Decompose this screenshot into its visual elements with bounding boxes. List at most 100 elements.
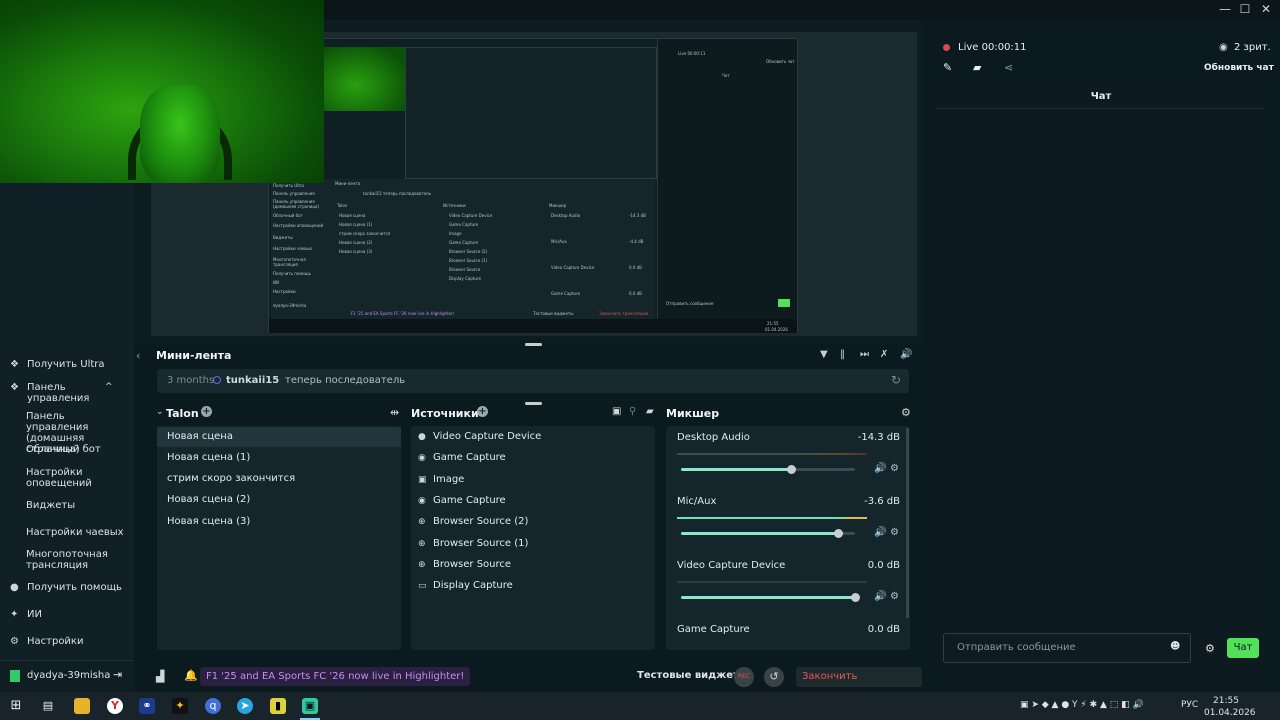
popout-icon[interactable]: ▰	[973, 61, 981, 74]
volume-slider[interactable]	[681, 529, 855, 538]
sidebar-item-widgets[interactable]: Виджеты	[26, 500, 130, 511]
mute-alerts-icon[interactable]: ✗	[880, 349, 888, 360]
sidebar-item-dashboard[interactable]: ❖ Панель управления ^	[10, 382, 113, 404]
volume-knob[interactable]	[786, 465, 796, 474]
sidebar-item-get-ultra[interactable]: ❖ Получить Ultra	[10, 359, 105, 371]
follow-icon	[213, 376, 221, 384]
source-item[interactable]: ▭ Display Capture	[418, 580, 513, 591]
source-item[interactable]: ⊕ Browser Source (2)	[418, 516, 528, 527]
source-item[interactable]: ● Video Capture Device	[418, 431, 541, 442]
app-icon[interactable]: ⚭	[139, 698, 155, 714]
maximize-button[interactable]: ☐	[1235, 2, 1255, 18]
folder-icon[interactable]: ▰	[646, 406, 654, 417]
notification-bell-icon[interactable]: 🔔	[184, 669, 198, 682]
filter-icon[interactable]: ▼	[820, 349, 828, 360]
chat-settings-icon[interactable]: ⚙	[1205, 642, 1215, 655]
share-icon[interactable]: ⋖	[1004, 61, 1013, 74]
nested-source: Game Capture	[449, 222, 479, 227]
streamlabs-icon[interactable]: ▣	[302, 698, 318, 714]
app-icon[interactable]: ✦	[172, 698, 188, 714]
add-source-button[interactable]: +	[477, 406, 488, 417]
sidebar-item-label: ИИ	[27, 609, 42, 620]
chevron-down-icon[interactable]: ⌄	[156, 407, 164, 417]
pause-icon[interactable]: ‖	[840, 349, 845, 360]
volume-slider[interactable]	[681, 593, 860, 602]
add-scene-button[interactable]: +	[201, 406, 212, 417]
nested-sidebar-item: Панель управления	[273, 191, 315, 196]
scene-transition-icon[interactable]: ⇹	[390, 406, 399, 419]
replay-buffer-icon[interactable]: ↺	[764, 667, 784, 687]
sidebar-item-tip-settings[interactable]: Настройки чаевых	[26, 527, 130, 538]
language-indicator[interactable]: РУС	[1181, 700, 1198, 710]
app-icon[interactable]: ▮	[270, 698, 286, 714]
file-explorer-icon[interactable]	[74, 698, 90, 714]
refresh-chat-button[interactable]: Обновить чат	[1204, 63, 1274, 73]
volume-knob[interactable]	[833, 529, 843, 538]
telegram-icon[interactable]: ➤	[237, 698, 253, 714]
nested-sidebar-item: Облачный бот	[273, 213, 303, 218]
scene-item[interactable]: Новая сцена (1)	[157, 448, 401, 468]
yandex-browser-icon[interactable]: Y	[107, 698, 123, 714]
clock-date[interactable]: 01.04.2026	[1204, 708, 1256, 718]
record-button[interactable]: REC	[734, 667, 754, 687]
mixer-scrollbar[interactable]	[906, 428, 909, 618]
nested-sidebar-item: ИИ	[273, 280, 279, 285]
repeat-icon[interactable]: ↻	[891, 373, 901, 387]
source-label: Video Capture Device	[433, 431, 542, 442]
source-item[interactable]: ◉ Game Capture	[418, 495, 506, 506]
minimize-button[interactable]: —	[1215, 2, 1235, 18]
channel-settings-icon[interactable]: ⚙	[890, 527, 899, 538]
source-item[interactable]: ⊕ Browser Source	[418, 559, 511, 570]
logout-icon[interactable]: ⇥	[113, 668, 122, 681]
skip-icon[interactable]: ⏭	[860, 349, 869, 360]
sidebar-item-settings[interactable]: ⚙ Настройки	[10, 636, 83, 648]
resize-handle[interactable]	[525, 402, 542, 405]
volume-knob[interactable]	[851, 593, 860, 602]
sidebar-item-cloudbot[interactable]: Облачный бот	[26, 444, 130, 455]
source-item[interactable]: ▣ Image	[418, 474, 464, 485]
volume-slider[interactable]	[681, 465, 855, 474]
sidebar-item-ai[interactable]: ✦ ИИ	[10, 609, 42, 621]
close-button[interactable]: ✕	[1256, 2, 1276, 18]
speaker-icon[interactable]: 🔊	[874, 591, 886, 602]
windows-start-icon[interactable]: ⊞	[8, 698, 24, 714]
clock-time[interactable]: 21:55	[1213, 696, 1239, 706]
scene-item[interactable]: Новая сцена (3)	[157, 512, 401, 532]
sidebar-item-multistream[interactable]: Многопоточная трансляция	[26, 549, 130, 571]
add-group-icon[interactable]: ▣	[612, 406, 621, 417]
source-item[interactable]: ⊕ Browser Source (1)	[418, 538, 528, 549]
nested-end-stream: Закончить трансляцию	[599, 311, 649, 316]
nested-scene: Новая сцена (3)	[339, 249, 373, 254]
nested-source: Browser Source (2)	[449, 249, 488, 254]
speaker-icon[interactable]: 🔊	[874, 463, 886, 474]
source-properties-icon[interactable]: ⚲	[629, 406, 636, 417]
tray-icons[interactable]: ▣ ➤ ◆ ▲ ● Y ⚡ ✱ ▲ ⬚ ◧ 🔊	[1020, 700, 1144, 710]
news-banner[interactable]: F1 '25 and EA Sports FC '26 now live in …	[200, 667, 471, 686]
mixer-channel-db: -14.3 dB	[857, 432, 900, 443]
scene-item[interactable]: Новая сцена (2)	[157, 490, 401, 510]
chevron-up-icon[interactable]: ^	[105, 382, 113, 393]
collapse-sidebar-icon[interactable]: ‹	[136, 349, 140, 362]
channel-settings-icon[interactable]: ⚙	[890, 463, 899, 474]
send-chat-button[interactable]: Чат	[1227, 638, 1259, 658]
end-stream-button[interactable]: Закончить трансляцию	[796, 667, 922, 702]
scene-item[interactable]: Новая сцена	[157, 427, 401, 447]
emoji-icon[interactable]: ☻	[1170, 641, 1180, 652]
stats-icon[interactable]: ▟	[156, 670, 164, 683]
username: dyadya-39misha	[27, 670, 111, 681]
volume-icon[interactable]: 🔊	[900, 349, 912, 360]
sidebar-item-alert-settings[interactable]: Настройки оповещений	[26, 467, 130, 489]
speaker-icon[interactable]: 🔊	[874, 527, 886, 538]
scene-item[interactable]: стрим скоро закончится	[157, 469, 401, 489]
chat-input[interactable]: Отправить сообщение ☻	[943, 633, 1191, 663]
sidebar-item-get-help[interactable]: ● Получить помощь	[10, 582, 122, 594]
resize-handle[interactable]	[525, 343, 542, 346]
source-item[interactable]: ◉ Game Capture	[418, 452, 506, 463]
task-view-icon[interactable]: ▤	[40, 698, 56, 714]
channel-settings-icon[interactable]: ⚙	[890, 591, 899, 602]
test-widgets-button[interactable]: Тестовые виджеты	[637, 670, 748, 681]
edit-icon[interactable]: ✎	[943, 61, 952, 74]
mixer-settings-icon[interactable]: ⚙	[901, 406, 911, 419]
qbittorrent-icon[interactable]: q	[205, 698, 221, 714]
nested-news: F1 '25 and EA Sports FC '26 now live in …	[351, 311, 455, 316]
